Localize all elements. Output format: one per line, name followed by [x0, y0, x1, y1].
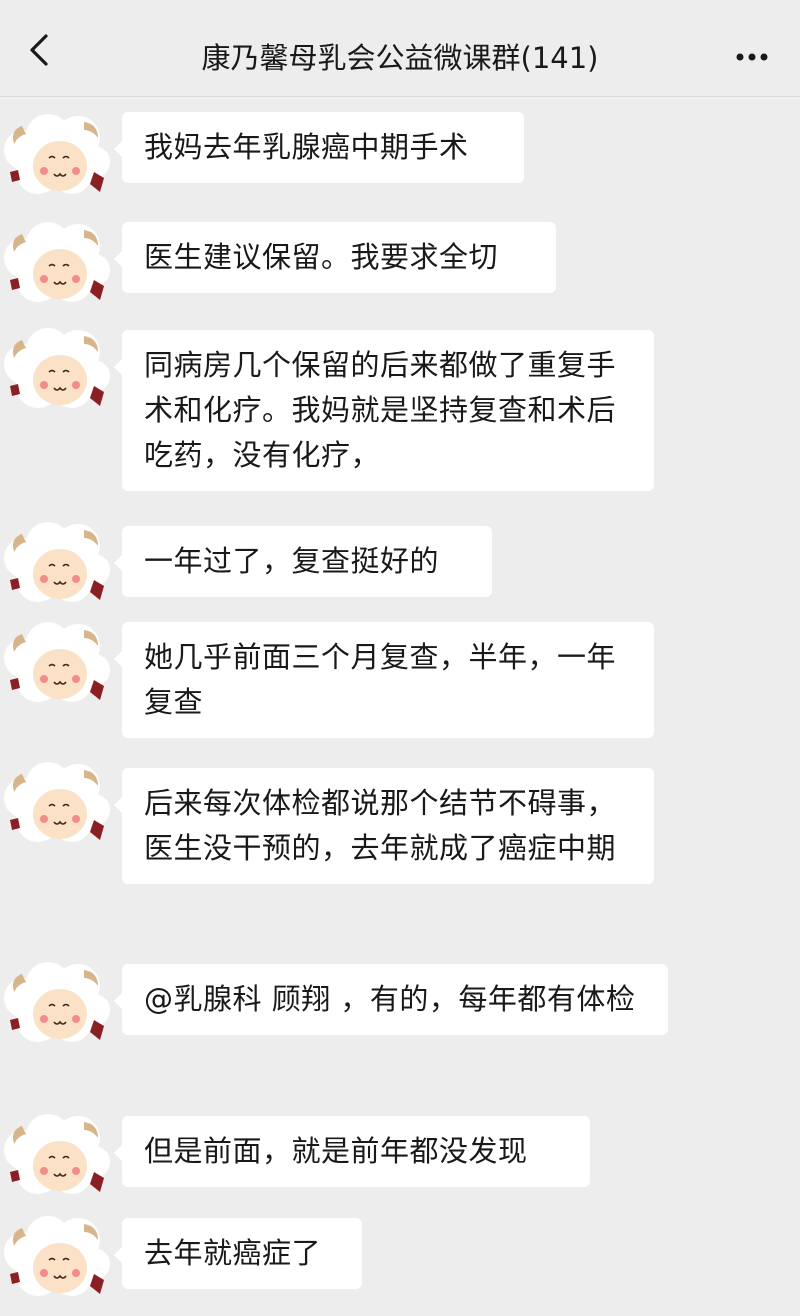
message-bubble[interactable]: 医生建议保留。我要求全切	[114, 222, 556, 293]
avatar[interactable]	[4, 328, 110, 410]
sheep-avatar-icon	[4, 1114, 110, 1196]
sheep-avatar-icon	[4, 762, 110, 844]
message-bubble[interactable]: 她几乎前面三个月复查，半年，一年复查	[114, 622, 654, 738]
sheep-avatar-icon	[4, 962, 110, 1044]
avatar[interactable]	[4, 762, 110, 844]
message-bubble[interactable]: 一年过了，复查挺好的	[114, 526, 492, 597]
sheep-avatar-icon	[4, 522, 110, 604]
more-button[interactable]	[732, 42, 772, 72]
message-bubble[interactable]: 去年就癌症了	[114, 1218, 362, 1289]
sheep-avatar-icon	[4, 222, 110, 304]
avatar[interactable]	[4, 622, 110, 704]
avatar[interactable]	[4, 114, 110, 196]
avatar[interactable]	[4, 1114, 110, 1196]
message-bubble[interactable]: 我妈去年乳腺癌中期手术	[114, 112, 524, 183]
message-bubble[interactable]: @乳腺科 顾翔 ，有的，每年都有体检	[114, 964, 668, 1035]
avatar[interactable]	[4, 522, 110, 604]
avatar[interactable]	[4, 962, 110, 1044]
message-bubble[interactable]: 后来每次体检都说那个结节不碍事，医生没干预的，去年就成了癌症中期	[114, 768, 654, 884]
back-button[interactable]	[22, 30, 62, 70]
sheep-avatar-icon	[4, 328, 110, 410]
chat-header: 康乃馨母乳会公益微课群(141)	[0, 0, 800, 97]
avatar[interactable]	[4, 1216, 110, 1298]
sheep-avatar-icon	[4, 114, 110, 196]
avatar[interactable]	[4, 222, 110, 304]
message-bubble[interactable]: 但是前面，就是前年都没发现	[114, 1116, 590, 1187]
message-list[interactable]: 我妈去年乳腺癌中期手术 医生建议保留。我要求全切 同病房几个保留的后来都做了重复…	[0, 96, 800, 1316]
sheep-avatar-icon	[4, 1216, 110, 1298]
sheep-avatar-icon	[4, 622, 110, 704]
chevron-left-icon	[30, 34, 48, 66]
message-bubble[interactable]: 同病房几个保留的后来都做了重复手术和化疗。我妈就是坚持复查和术后吃药，没有化疗，	[114, 330, 654, 491]
more-dots-icon	[736, 53, 768, 61]
chat-title: 康乃馨母乳会公益微课群(141)	[201, 41, 599, 75]
